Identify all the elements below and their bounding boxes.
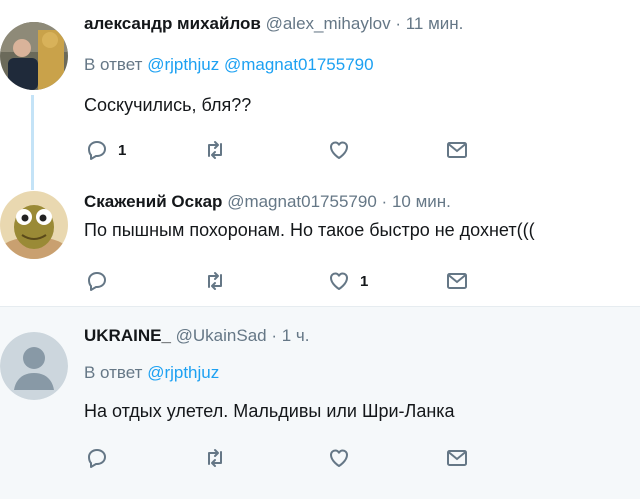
reply-button[interactable] [84,267,118,295]
retweet-icon [208,141,222,159]
reply-button[interactable] [84,444,118,472]
separator-dot: · [381,192,388,211]
author-name[interactable]: Скажений Оскар [84,192,222,211]
like-button[interactable]: 1 [326,267,368,295]
retweet-icon [208,272,222,290]
reply-context: В ответ @rjpthjuz [84,363,219,383]
reply-icon [88,272,106,291]
tweet-actions: 1 [84,136,504,164]
direct-message-icon [447,273,467,289]
separator-dot: · [395,14,401,33]
avatar-default-placeholder[interactable] [0,332,68,400]
reply-count: 1 [118,141,127,159]
tweet-header: Скажений Оскар @magnat01755790 · 10 мин. [84,192,451,212]
direct-message-button[interactable] [444,136,470,164]
author-name[interactable]: александр михайлов [84,14,261,33]
tweet-actions [84,444,504,472]
author-handle[interactable]: @magnat01755790 [227,192,377,211]
like-count: 1 [360,272,369,290]
tweet-timestamp[interactable]: 10 мин. [392,192,451,211]
mention-link[interactable]: @magnat01755790 [224,55,374,74]
retweet-button[interactable] [202,267,228,295]
direct-message-icon [447,142,467,158]
direct-message-button[interactable] [444,267,470,295]
reply-prefix: В ответ [84,55,143,74]
reply-icon [88,449,106,468]
reply-context: В ответ @rjpthjuz @magnat01755790 [84,55,374,75]
like-icon [330,449,348,467]
avatar-skazheniy-oskar[interactable] [0,191,68,259]
separator-dot: · [271,326,278,345]
avatar-alex-mihaylov[interactable] [0,22,68,90]
mention-link[interactable]: @rjpthjuz [147,363,219,382]
mention-link[interactable]: @rjpthjuz [147,55,219,74]
tweet-actions: 1 [84,267,504,295]
reply-button[interactable]: 1 [84,136,126,164]
retweet-icon [208,449,222,467]
tweet-text: По пышным похоронам. Но такое быстро не … [84,220,535,240]
tweet-timestamp[interactable]: 11 мин. [406,14,464,33]
retweet-button[interactable] [202,136,228,164]
direct-message-icon [447,450,467,466]
like-icon [330,141,348,159]
tweet-header: UKRAINE_ @UkainSad · 1 ч. [84,326,310,346]
reply-prefix: В ответ [84,363,143,382]
like-button[interactable] [326,136,360,164]
tweet-text: Соскучились, бля?? [84,95,252,115]
author-handle[interactable]: @UkainSad [176,326,267,345]
tweet-text: На отдых улетел. Мальдивы или Шри-Ланка [84,401,455,421]
tweet-header: александр михайлов @alex_mihaylov · 11 м… [84,14,463,34]
author-name[interactable]: UKRAINE_ [84,326,171,345]
reply-icon [88,141,106,160]
author-handle[interactable]: @alex_mihaylov [266,14,391,33]
direct-message-button[interactable] [444,444,470,472]
like-icon [330,272,348,290]
like-button[interactable] [326,444,360,472]
retweet-button[interactable] [202,444,228,472]
tweet-timestamp[interactable]: 1 ч. [282,326,310,345]
